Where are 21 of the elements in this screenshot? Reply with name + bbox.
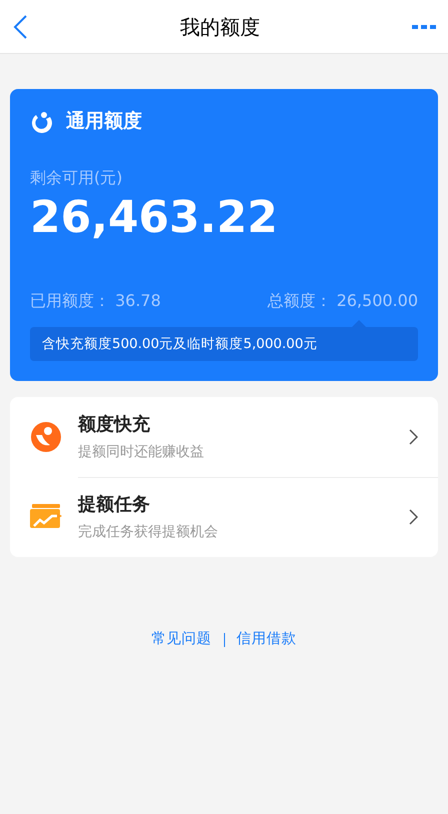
menu-subtitle: 提额同时还能赚收益 [78, 442, 205, 462]
menu-title: 额度快充 [78, 412, 151, 437]
used-amount: 已用额度： 36.78 [30, 290, 161, 312]
footer-link[interactable]: 信用借款 [236, 628, 296, 650]
person-badge-icon [30, 420, 62, 453]
remaining-label: 剩余可用(元) [30, 166, 124, 188]
card-title: 通用额度 [66, 109, 142, 134]
note-banner: 含快充额度500.00元及临时额度5,000.00元 [30, 326, 418, 361]
more-icon[interactable] [412, 24, 436, 30]
menu-title: 提额任务 [78, 493, 151, 518]
menu-subtitle: 完成任务获得提额机会 [78, 523, 219, 542]
menu-item[interactable]: 额度快充 提额同时还能赚收益 [10, 396, 438, 477]
back-icon[interactable] [12, 14, 28, 40]
chevron-right-icon [409, 509, 418, 526]
logo-icon [30, 109, 54, 134]
page-title: 我的额度 [180, 14, 260, 40]
chevron-right-icon [409, 428, 418, 445]
menu-item[interactable]: 提额任务 完成任务获得提额机会 [10, 476, 438, 557]
total-amount: 总额度： 26,500.00 [267, 290, 418, 312]
footer-link[interactable]: 常见问题 [152, 628, 212, 650]
remaining-amount: 26,463.22 [30, 190, 279, 244]
